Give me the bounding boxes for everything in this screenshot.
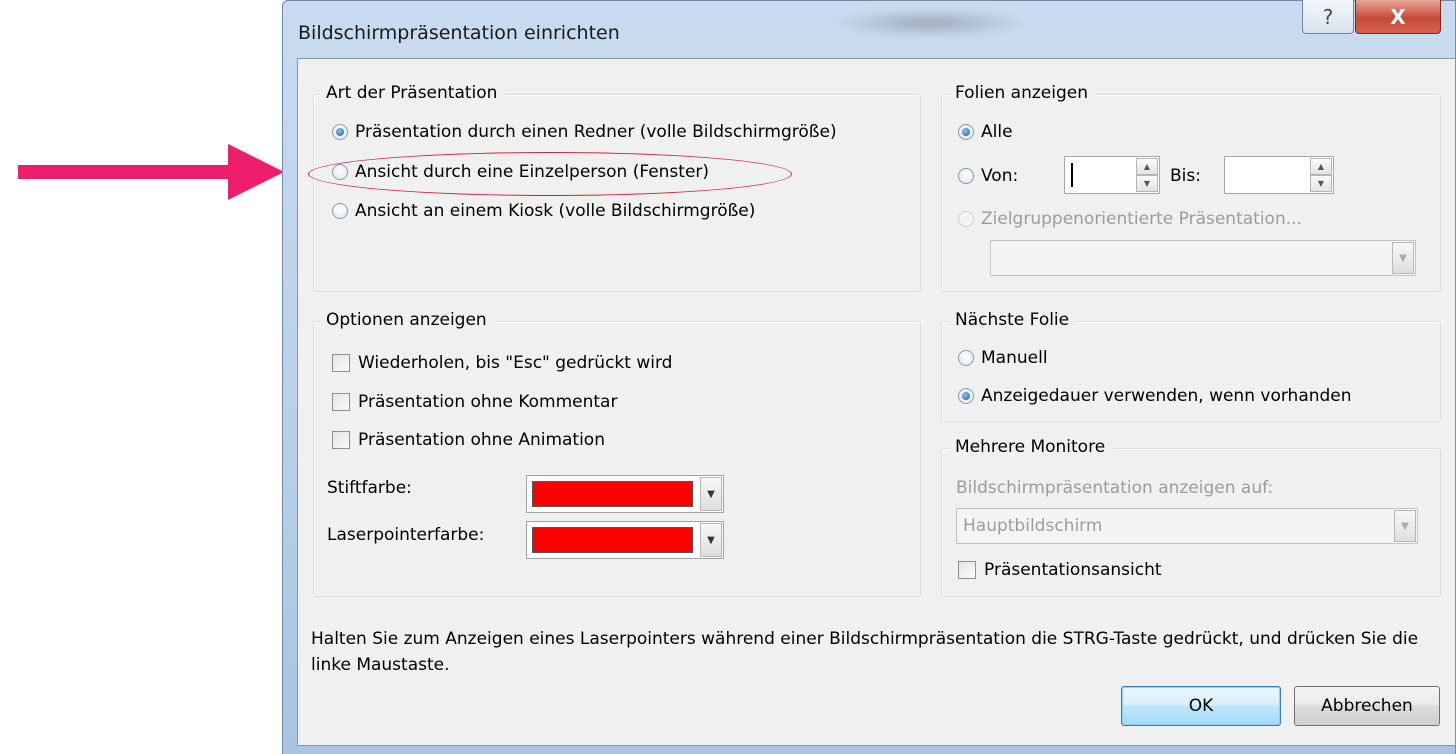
help-icon: ? [1322, 4, 1334, 29]
dialog-title: Bildschirmpräsentation einrichten [298, 22, 620, 44]
monitor-dropdown-value: Hauptbildschirm [963, 516, 1103, 536]
radio-button-disabled[interactable] [958, 211, 974, 227]
radio-label-presenter: Präsentation durch einen Redner (volle B… [355, 122, 837, 142]
chevron-down-icon[interactable]: ▼ [700, 477, 722, 511]
checkbox-no-narration[interactable]: Präsentation ohne Kommentar [332, 392, 617, 412]
text-caret [1071, 163, 1073, 187]
group-title-multiple-monitors: Mehrere Monitore [949, 437, 1112, 457]
monitor-dropdown[interactable]: Hauptbildschirm ▼ [956, 508, 1418, 544]
display-on-label: Bildschirmpräsentation anzeigen auf: [956, 478, 1274, 498]
radio-use-timings[interactable]: Anzeigedauer verwenden, wenn vorhanden [958, 386, 1352, 406]
to-slide-spinner[interactable]: ▲ ▼ [1224, 156, 1334, 194]
checkbox-presenter-view[interactable]: Präsentationsansicht [958, 560, 1162, 580]
checkbox[interactable] [332, 393, 350, 411]
radio-label-from: Von: [981, 166, 1019, 186]
radio-from-slide[interactable]: Von: [958, 166, 1018, 186]
pen-color-dropdown[interactable]: ▼ [526, 475, 724, 513]
radio-label-timings: Anzeigedauer verwenden, wenn vorhanden [981, 386, 1352, 406]
checkbox-label-no-narration: Präsentation ohne Kommentar [358, 392, 618, 412]
checkbox-label-loop: Wiederholen, bis "Esc" gedrückt wird [358, 353, 673, 373]
laser-color-dropdown[interactable]: ▼ [526, 521, 724, 559]
checkbox[interactable] [332, 431, 350, 449]
laser-color-label: Laserpointerfarbe: [327, 525, 485, 545]
close-icon: X [1390, 4, 1406, 29]
chevron-down-icon[interactable]: ▼ [1392, 242, 1414, 274]
group-advance-slides [941, 321, 1441, 422]
custom-show-dropdown[interactable]: ▼ [990, 240, 1416, 276]
blurred-background-text [830, 8, 1030, 38]
cancel-button[interactable]: Abbrechen [1294, 686, 1440, 726]
radio-button[interactable] [332, 203, 348, 219]
radio-button-selected[interactable] [958, 124, 974, 140]
radio-button-selected[interactable] [958, 388, 974, 404]
checkbox-no-animation[interactable]: Präsentation ohne Animation [332, 430, 605, 450]
to-label: Bis: [1170, 166, 1201, 186]
from-slide-spinner[interactable]: ▲ ▼ [1064, 156, 1160, 194]
radio-label-custom: Zielgruppenorientierte Präsentation... [981, 209, 1302, 229]
checkbox[interactable] [958, 561, 976, 579]
spin-up-icon[interactable]: ▲ [1310, 158, 1332, 175]
radio-label-all: Alle [981, 122, 1013, 142]
group-title-show-slides: Folien anzeigen [949, 83, 1094, 103]
laser-pointer-hint: Halten Sie zum Anzeigen eines Laserpoint… [311, 629, 1419, 675]
checkbox-loop[interactable]: Wiederholen, bis "Esc" gedrückt wird [332, 353, 672, 373]
checkbox[interactable] [332, 354, 350, 372]
radio-label-manual: Manuell [981, 348, 1048, 368]
annotation-arrow-shaft [18, 165, 240, 179]
radio-custom-show[interactable]: Zielgruppenorientierte Präsentation... [958, 209, 1302, 229]
group-title-show-options: Optionen anzeigen [320, 310, 493, 330]
laser-color-swatch [532, 527, 693, 553]
close-button[interactable]: X [1355, 0, 1441, 34]
radio-presenter[interactable]: Präsentation durch einen Redner (volle B… [332, 122, 837, 142]
spin-down-icon[interactable]: ▼ [1136, 175, 1158, 192]
annotation-arrow-icon [228, 144, 284, 200]
checkbox-label-no-animation: Präsentation ohne Animation [358, 430, 605, 450]
spin-down-icon[interactable]: ▼ [1310, 175, 1332, 192]
group-title-advance-slides: Nächste Folie [949, 310, 1076, 330]
radio-button[interactable] [958, 350, 974, 366]
radio-button[interactable] [958, 168, 974, 184]
radio-all-slides[interactable]: Alle [958, 122, 1013, 142]
pen-color-label: Stiftfarbe: [327, 478, 412, 498]
radio-manual[interactable]: Manuell [958, 348, 1048, 368]
radio-button-selected[interactable] [332, 124, 348, 140]
chevron-down-icon[interactable]: ▼ [700, 523, 722, 557]
radio-kiosk[interactable]: Ansicht an einem Kiosk (volle Bildschirm… [332, 201, 755, 221]
checkbox-label-presenter-view: Präsentationsansicht [984, 560, 1162, 580]
help-button[interactable]: ? [1302, 0, 1354, 34]
annotation-ellipse [308, 152, 792, 196]
group-title-presentation-type: Art der Präsentation [320, 83, 504, 103]
spin-up-icon[interactable]: ▲ [1136, 158, 1158, 175]
pen-color-swatch [532, 481, 693, 507]
radio-label-kiosk: Ansicht an einem Kiosk (volle Bildschirm… [355, 201, 756, 221]
to-label-text: Bis: [1170, 166, 1201, 186]
ok-button[interactable]: OK [1121, 686, 1281, 726]
chevron-down-icon[interactable]: ▼ [1394, 510, 1416, 542]
